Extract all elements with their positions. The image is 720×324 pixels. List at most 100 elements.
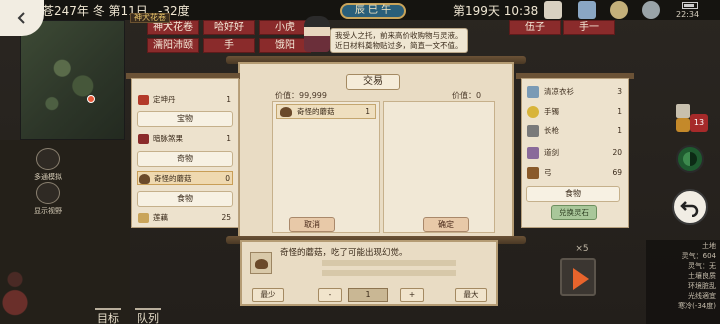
merchant-item-name: 道剑	[544, 148, 559, 157]
play-button[interactable]	[560, 258, 596, 296]
inventory-item-qty: 0	[225, 174, 230, 183]
npc-tag-chip[interactable]: 哈好好	[203, 20, 255, 35]
exchange-spirit-stone-button[interactable]: 兑换灵石	[551, 205, 597, 220]
lotus-root-icon	[138, 213, 149, 223]
inventory-item[interactable]: 暗脉煞果 1	[137, 132, 233, 146]
return-arrow-icon	[680, 201, 699, 217]
env-line: 灵气：604	[681, 252, 716, 260]
offer-item-row[interactable]: 奇怪的蘑菇 1	[276, 104, 376, 119]
category-strange[interactable]: 奇物	[137, 151, 233, 167]
merchant-item[interactable]: 道剑 20	[526, 146, 624, 160]
eye-icon	[36, 182, 60, 204]
merchant-item[interactable]: 长枪 1	[526, 124, 624, 138]
house-icon	[95, 288, 121, 310]
mushroom-icon	[280, 107, 292, 117]
detail-bar	[322, 260, 456, 266]
return-button[interactable]	[672, 189, 708, 225]
confirm-button[interactable]: 确定	[423, 217, 469, 232]
alert-icon[interactable]	[676, 118, 690, 132]
offer-item-name: 奇怪的蘑菇	[297, 107, 335, 116]
npc-tag-chip[interactable]: 濡阳沛颐	[147, 38, 199, 53]
minimap[interactable]	[20, 20, 125, 140]
inventory-item[interactable]: 定坤丹 1	[137, 93, 233, 107]
qty-plus-button[interactable]: +	[400, 288, 424, 302]
goal-menu[interactable]: 目标	[90, 288, 126, 324]
goal-label: 目标	[97, 312, 119, 324]
chevron-left-icon	[17, 12, 25, 24]
bracelet-icon	[527, 106, 539, 118]
taiji-icon[interactable]	[676, 145, 704, 173]
inventory-item-name: 定坤丹	[153, 95, 176, 104]
inventory-item-qty: 1	[226, 134, 231, 143]
merchant-category-food[interactable]: 食物	[526, 186, 620, 202]
inventory-item-name: 莲藕	[153, 213, 168, 222]
npc-speech-bubble: 我受人之托，前来高价收购物与灵液。近日材料奠物贴过多，简直一文不值。	[330, 28, 468, 53]
player-inventory: 定坤丹 1 宝物 暗脉煞果 1 奇物 奇怪的蘑菇 0 食物 莲藕 25	[131, 78, 239, 228]
battery-icon	[682, 2, 698, 9]
merchant-item-name: 手镯	[544, 107, 559, 116]
mushroom-icon	[139, 174, 150, 184]
speed-label: ×5	[575, 244, 589, 254]
item-description: 奇怪的蘑菇，吃了可能出现幻觉。	[280, 248, 408, 258]
gourd-icon	[0, 262, 30, 320]
layers-icon	[36, 148, 60, 170]
qty-minus-button[interactable]: -	[318, 288, 342, 302]
qty-max-button[interactable]: 最大	[455, 288, 487, 302]
env-line: 土地	[702, 242, 716, 250]
merchant-item-qty: 69	[612, 168, 622, 177]
multi-sim-label: 多通模拟	[34, 173, 62, 181]
merchant-item-qty: 3	[617, 87, 622, 96]
merchant-item-qty: 1	[617, 126, 622, 135]
fruit-icon	[138, 134, 149, 144]
qty-value[interactable]: 1	[348, 288, 388, 302]
notice-icon[interactable]	[676, 104, 690, 118]
merchant-item-name: 长枪	[544, 126, 559, 135]
qty-min-button[interactable]: 最少	[252, 288, 284, 302]
merchant-item-name: 弓	[544, 168, 552, 177]
save-icon[interactable]	[544, 1, 562, 19]
cancel-button[interactable]: 取消	[289, 217, 335, 232]
show-view-menu[interactable]: 显示视野	[30, 182, 66, 216]
environment-panel: 土地 灵气：604 灵气：无 土壤良质 环境脏乱 光线適宜 寒冷(-34度)	[646, 240, 720, 324]
day-time-label: 第199天 10:38	[453, 4, 539, 18]
npc-tag-chip[interactable]: 手	[203, 38, 255, 53]
bow-icon	[527, 167, 539, 179]
trade-title: 交易	[346, 74, 400, 90]
category-treasure[interactable]: 宝物	[137, 111, 233, 127]
env-line: 土壤良质	[688, 272, 716, 280]
env-line: 环境脏乱	[688, 282, 716, 290]
category-food[interactable]: 食物	[137, 191, 233, 207]
shichen-badge: 辰 巳 午	[340, 3, 406, 19]
env-line: 光线適宜	[688, 292, 716, 300]
settings-icon[interactable]	[642, 1, 660, 19]
player-marker-icon	[87, 95, 95, 103]
detail-bar	[322, 270, 456, 276]
clothes-icon	[527, 86, 539, 98]
queue-label: 队列	[137, 312, 159, 324]
queue-menu[interactable]: 队列	[130, 288, 166, 324]
merchant-item[interactable]: 手镯 1	[526, 105, 624, 119]
inventory-item-qty: 25	[221, 213, 231, 222]
multi-sim-menu[interactable]: 多通模拟	[30, 148, 66, 182]
merchant-item-qty: 1	[617, 107, 622, 116]
merchant-item-qty: 20	[612, 148, 622, 157]
left-price-label: 价值：99,999	[275, 91, 327, 100]
merchant-item[interactable]: 弓 69	[526, 166, 624, 180]
show-view-label: 显示视野	[34, 207, 62, 215]
offer-pane-right	[383, 101, 495, 233]
message-count-badge[interactable]: 13	[690, 114, 708, 132]
env-line: 灵气：无	[688, 262, 716, 270]
system-clock: 22:34	[676, 10, 700, 19]
merchant-item[interactable]: 清凉衣衫 3	[526, 85, 624, 99]
inventory-item-qty: 1	[226, 95, 231, 104]
book-icon[interactable]	[578, 1, 596, 19]
offer-item-qty: 1	[365, 107, 370, 116]
offer-pane-left	[272, 101, 380, 233]
gear-icon[interactable]	[610, 1, 628, 19]
merchant-item-name: 清凉衣衫	[544, 87, 574, 96]
npc-tag-chip[interactable]: 伍子	[509, 20, 561, 35]
inventory-item[interactable]: 莲藕 25	[137, 211, 233, 225]
inventory-item-selected[interactable]: 奇怪的蘑菇 0	[137, 171, 233, 185]
npc-tag-chip[interactable]: 手一	[563, 20, 615, 35]
npc-portrait	[304, 16, 330, 52]
